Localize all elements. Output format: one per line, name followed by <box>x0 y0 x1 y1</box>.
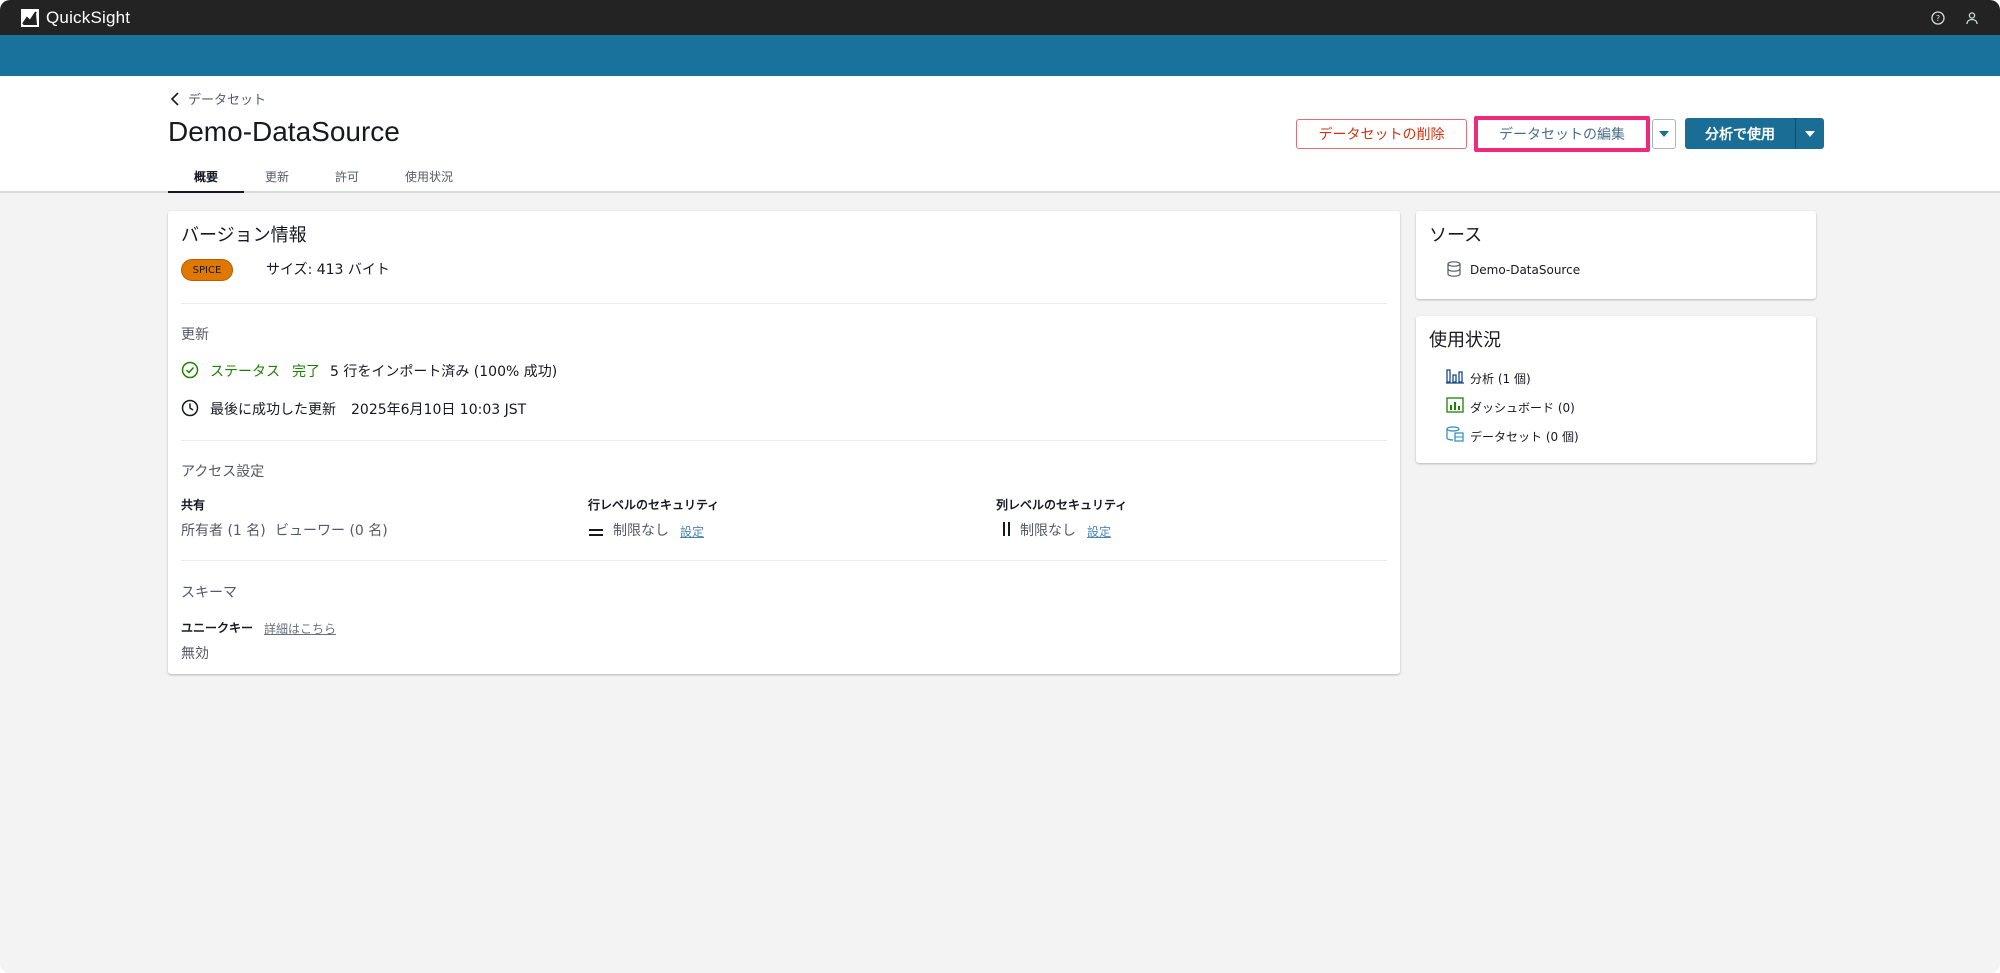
tab-bar: 概要 更新 許可 使用状況 <box>168 165 478 193</box>
accent-bar <box>0 35 2000 76</box>
breadcrumb-label: データセット <box>188 93 267 108</box>
unique-key-label: ユニークキー <box>181 621 254 635</box>
cls-label: 列レベルのセキュリティ <box>996 498 1128 512</box>
edit-dropdown-button[interactable] <box>1652 119 1676 149</box>
columns-icon <box>1002 521 1012 540</box>
tab-refresh[interactable]: 更新 <box>244 165 314 193</box>
cls-value: 制限なし <box>1020 523 1076 539</box>
tab-overview[interactable]: 概要 <box>168 165 245 193</box>
clock-icon <box>181 399 199 421</box>
source-card: ソース Demo-DataSource <box>1416 211 1816 299</box>
usage-item-dataset[interactable]: データセット (0 個) <box>1470 428 1579 445</box>
caret-down-icon <box>1659 131 1669 137</box>
access-heading: アクセス設定 <box>181 464 265 480</box>
brand[interactable]: QuickSight <box>20 8 130 28</box>
page-title: Demo-DataSource <box>168 116 400 147</box>
app-name: QuickSight <box>46 7 131 27</box>
svg-text:?: ? <box>1936 14 1940 23</box>
chevron-left-icon <box>170 91 179 106</box>
version-heading: バージョン情報 <box>181 225 307 246</box>
quicksight-logo-icon <box>20 8 40 28</box>
rls-settings-link[interactable]: 設定 <box>680 523 704 540</box>
divider <box>181 303 1387 304</box>
use-in-analysis-button[interactable]: 分析で使用 <box>1685 118 1795 149</box>
user-icon[interactable] <box>1964 10 1980 26</box>
caret-down-icon <box>1805 130 1815 137</box>
sharing-viewer: ビューワー (0 名) <box>275 523 388 539</box>
rls-value: 制限なし <box>613 523 669 539</box>
import-summary: 5 行をインポート済み (100% 成功) <box>330 364 558 380</box>
usage-heading: 使用状況 <box>1429 330 1501 351</box>
last-refresh-value: 2025年6月10日 10:03 JST <box>351 402 527 418</box>
delete-dataset-button[interactable]: データセットの削除 <box>1296 119 1467 149</box>
tab-permissions[interactable]: 許可 <box>314 165 384 193</box>
app-window: QuickSight ? データセット Demo-DataSource 概要 更… <box>0 0 2000 973</box>
database-icon <box>1447 261 1461 281</box>
size-text: サイズ: 413 バイト <box>266 262 390 278</box>
dataset-icon <box>1446 426 1464 446</box>
status-value: 完了 <box>292 364 320 380</box>
usage-item-analysis[interactable]: 分析 (1 個) <box>1470 370 1531 387</box>
rls-label: 行レベルのセキュリティ <box>588 498 720 512</box>
edit-dataset-button[interactable]: データセットの編集 <box>1474 116 1650 152</box>
schema-heading: スキーマ <box>181 585 237 601</box>
last-refresh-label: 最後に成功した更新 <box>210 402 336 418</box>
source-heading: ソース <box>1429 225 1483 246</box>
usage-item-dashboard[interactable]: ダッシュボード (0) <box>1470 399 1575 416</box>
sharing-owner: 所有者 (1 名) <box>181 523 266 539</box>
help-icon[interactable]: ? <box>1930 10 1946 26</box>
dashboard-icon <box>1446 397 1464 417</box>
divider <box>181 560 1387 561</box>
page-header: データセット Demo-DataSource 概要 更新 許可 使用状況 データ… <box>0 76 2000 193</box>
tab-usage[interactable]: 使用状況 <box>384 165 478 193</box>
top-bar: QuickSight ? <box>0 0 2000 35</box>
spice-badge: SPICE <box>181 259 233 281</box>
dataset-details-card: バージョン情報 SPICE サイズ: 413 バイト 更新 ステータス 完了 5… <box>168 211 1400 674</box>
breadcrumb[interactable]: データセット <box>170 89 266 108</box>
learn-more-link[interactable]: 詳細はこちら <box>264 620 336 637</box>
unique-key-value: 無効 <box>181 646 209 662</box>
check-circle-icon <box>181 361 199 383</box>
status-label: ステータス <box>210 364 280 380</box>
cls-settings-link[interactable]: 設定 <box>1087 523 1111 540</box>
refresh-heading: 更新 <box>181 327 209 343</box>
divider <box>181 440 1387 441</box>
sharing-label: 共有 <box>181 498 206 512</box>
use-dropdown-button[interactable] <box>1795 118 1824 149</box>
rows-icon <box>589 523 603 542</box>
usage-card: 使用状況 分析 (1 個) ダッシュボード (0) データセット (0 個) <box>1416 316 1816 463</box>
source-item[interactable]: Demo-DataSource <box>1470 263 1580 277</box>
bar-chart-icon <box>1446 368 1464 388</box>
